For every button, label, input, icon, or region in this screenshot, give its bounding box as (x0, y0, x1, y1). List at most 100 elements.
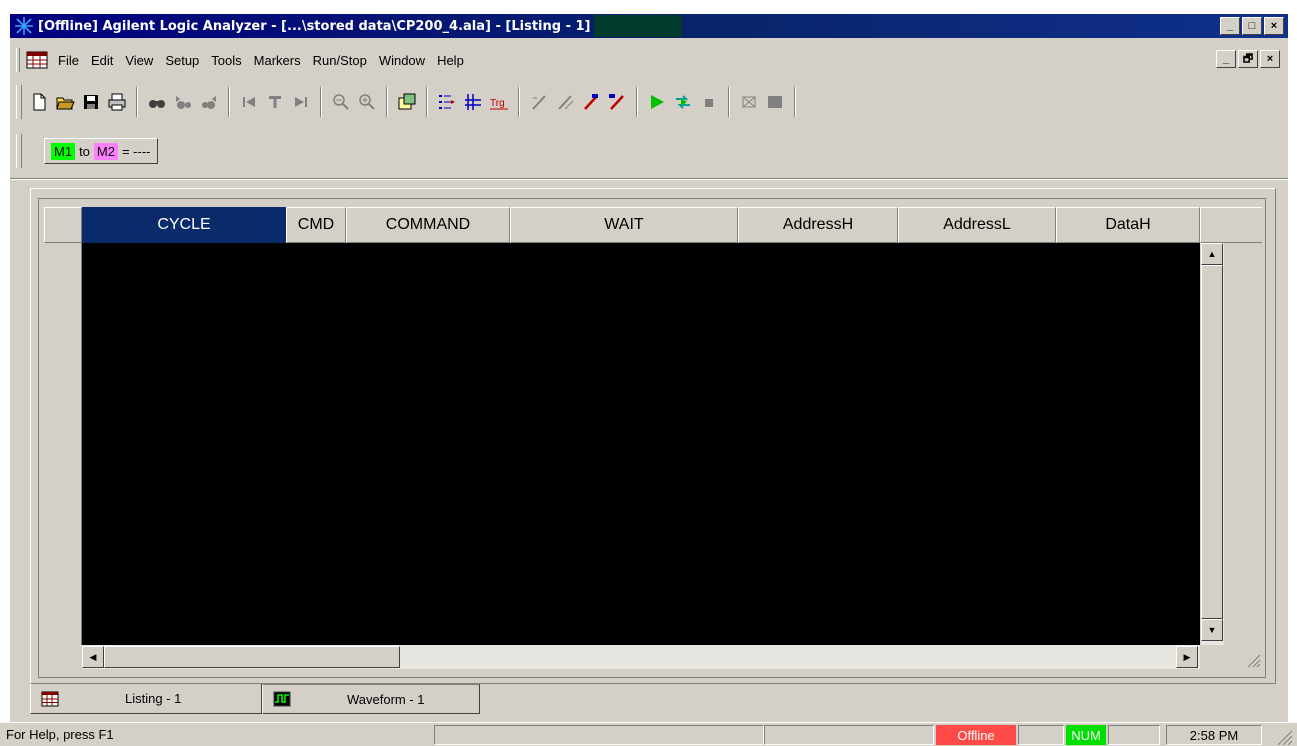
status-clock: 2:58 PM (1166, 725, 1262, 745)
column-header-addressh[interactable]: AddressH (738, 207, 898, 243)
tab-waveform[interactable]: Waveform - 1 (262, 684, 480, 714)
status-pane-4 (1108, 725, 1160, 745)
column-header-addressl[interactable]: AddressL (898, 207, 1056, 243)
find-next-button[interactable] (196, 89, 222, 115)
open-icon (56, 97, 75, 110)
header-corner[interactable] (44, 207, 82, 243)
scroll-down-button[interactable]: ▼ (1201, 619, 1223, 641)
status-resize-grip-icon[interactable] (1264, 725, 1294, 746)
trigger-button[interactable]: Trg (486, 89, 512, 115)
marker-to-label: to (79, 143, 90, 159)
menu-setup[interactable]: Setup (159, 53, 205, 68)
bus-signal-button[interactable] (434, 89, 460, 115)
marker-interval-button[interactable]: M1 to M2 = ---- (44, 138, 158, 164)
bus-signal-icon (439, 95, 455, 109)
stop-icon (705, 99, 713, 107)
print-icon (108, 93, 126, 111)
child-close-button[interactable]: × (1260, 50, 1280, 68)
status-num-indicator: NUM (1066, 725, 1106, 745)
listing-document-icon[interactable] (26, 51, 48, 69)
toolbar-separator (518, 87, 520, 117)
halt-icon (768, 96, 782, 108)
sampling-icon (465, 94, 481, 110)
properties-button[interactable] (394, 89, 420, 115)
child-minimize-button[interactable]: _ (1216, 50, 1236, 68)
toolbar-separator (728, 87, 730, 117)
toolbar-separator (386, 87, 388, 117)
toolbar-separator (636, 87, 638, 117)
trigger-icon: Trg (490, 98, 508, 110)
marker-next-icon (558, 95, 574, 110)
run-repetitive-button[interactable] (670, 89, 696, 115)
menu-run-stop[interactable]: Run/Stop (307, 53, 373, 68)
scroll-up-button[interactable]: ▲ (1201, 243, 1223, 265)
new-button[interactable] (26, 89, 52, 115)
vertical-scroll-thumb[interactable] (1201, 265, 1223, 619)
toolbar-separator (794, 87, 796, 117)
sampling-button[interactable] (460, 89, 486, 115)
zoom-in-button[interactable] (354, 89, 380, 115)
column-header-datah[interactable]: DataH (1056, 207, 1200, 243)
menu-help[interactable]: Help (431, 53, 470, 68)
marker-m1-label: M1 (51, 142, 76, 160)
horizontal-scroll-thumb[interactable] (104, 646, 400, 668)
column-header-command[interactable]: COMMAND (346, 207, 510, 243)
window-title: [Offline] Agilent Logic Analyzer - [...\… (38, 18, 591, 34)
title-bar-filler (594, 15, 683, 37)
column-header-wait[interactable]: WAIT (510, 207, 738, 243)
column-header-cycle[interactable]: CYCLE (82, 207, 286, 243)
stop-button[interactable] (696, 89, 722, 115)
child-restore-button[interactable]: 🗗 (1238, 50, 1258, 68)
find-previous-button[interactable] (170, 89, 196, 115)
menu-file[interactable]: File (52, 53, 85, 68)
toolbar-separator (320, 87, 322, 117)
minimize-button[interactable]: _ (1220, 17, 1240, 35)
go-to-end-button[interactable] (288, 89, 314, 115)
close-button[interactable]: × (1264, 17, 1284, 35)
vertical-scrollbar[interactable]: ▲ ▼ (1200, 243, 1224, 645)
menu-tools[interactable]: Tools (205, 53, 247, 68)
find-previous-icon (176, 96, 191, 109)
maximize-button[interactable]: □ (1242, 17, 1262, 35)
halt-button[interactable] (762, 89, 788, 115)
menu-markers[interactable]: Markers (248, 53, 307, 68)
marker-next-button[interactable] (552, 89, 578, 115)
find-button[interactable] (144, 89, 170, 115)
marker-edit-icon (609, 94, 624, 110)
main-toolbar: Trg (16, 80, 1126, 124)
print-button[interactable] (104, 89, 130, 115)
marker-edit-button[interactable] (604, 89, 630, 115)
open-button[interactable] (52, 89, 78, 115)
toolbar-separator (136, 87, 138, 117)
clear-button[interactable] (736, 89, 762, 115)
menu-window[interactable]: Window (373, 53, 431, 68)
arrow-up-icon: ▲ (1207, 249, 1217, 259)
new-icon (33, 93, 46, 111)
status-pane-3 (1018, 725, 1064, 745)
menu-grip[interactable] (16, 48, 20, 72)
title-bar[interactable]: [Offline] Agilent Logic Analyzer - [...\… (10, 14, 1288, 38)
svg-text:Trg: Trg (490, 98, 505, 109)
column-header-cmd[interactable]: CMD (286, 207, 346, 243)
menu-view[interactable]: View (119, 53, 159, 68)
run-button[interactable] (644, 89, 670, 115)
marker-place-button[interactable] (526, 89, 552, 115)
properties-icon (398, 93, 416, 110)
listing-data-area[interactable] (82, 243, 1200, 645)
horizontal-scrollbar[interactable]: ◀ ▶ (82, 645, 1200, 669)
zoom-in-icon (359, 94, 375, 110)
menu-edit[interactable]: Edit (85, 53, 119, 68)
marker-toolbar-grip[interactable] (16, 134, 22, 168)
zoom-out-button[interactable] (328, 89, 354, 115)
toolbar-divider (10, 178, 1288, 180)
go-to-start-button[interactable] (236, 89, 262, 115)
resize-grip-icon[interactable] (1224, 645, 1262, 671)
save-button[interactable] (78, 89, 104, 115)
row-gutter (44, 243, 82, 645)
toolbar-grip[interactable] (16, 85, 22, 119)
marker-label-button[interactable] (578, 89, 604, 115)
scroll-left-button[interactable]: ◀ (82, 646, 104, 668)
go-to-trigger-button[interactable] (262, 89, 288, 115)
scroll-right-button[interactable]: ▶ (1176, 646, 1198, 668)
tab-listing[interactable]: Listing - 1 (30, 684, 262, 714)
